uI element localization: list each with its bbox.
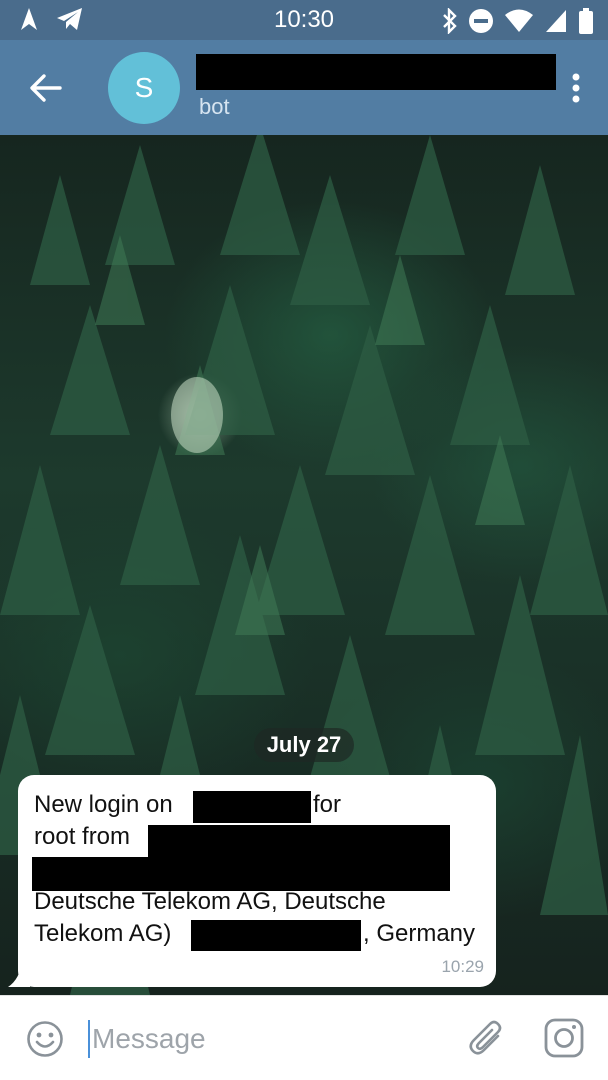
message-input[interactable] [92, 1018, 452, 1060]
status-right-icons [442, 7, 594, 35]
battery-icon [579, 8, 593, 34]
message-redaction-location [191, 920, 361, 951]
message-text-line1a: New login on [34, 791, 173, 818]
chat-title-redacted[interactable] [196, 54, 556, 90]
message-redaction-hostname [193, 791, 311, 823]
message-text-line5a: Telekom AG) [34, 920, 172, 947]
message-text-line5b: , Germany [363, 920, 476, 947]
status-bar: 10:30 [0, 0, 608, 40]
avatar[interactable]: S [108, 52, 180, 124]
camera-icon[interactable] [544, 1018, 584, 1058]
incoming-message-bubble[interactable]: New login on for root from Deutsche Tele… [18, 775, 496, 987]
chat-header: S bot [0, 40, 608, 135]
message-redaction-ip [148, 825, 450, 857]
attach-icon[interactable] [468, 1018, 506, 1058]
message-composer [0, 995, 608, 1080]
message-text-line4: Deutsche Telekom AG, Deutsche [34, 888, 386, 915]
chat-area[interactable]: July 27 New login on for root from Deuts… [0, 135, 608, 995]
signal-icon [546, 10, 566, 32]
more-vert-icon[interactable] [570, 72, 582, 104]
message-text-line2: root from [34, 823, 131, 850]
bluetooth-icon [443, 8, 457, 34]
do-not-disturb-icon [469, 9, 493, 33]
message-time: 10:29 [441, 957, 484, 976]
emoji-icon[interactable] [26, 1020, 64, 1058]
avatar-letter: S [134, 72, 154, 103]
message-redaction-line3 [32, 857, 450, 891]
chat-subtitle: bot [199, 94, 230, 119]
message-text-line1b: for [313, 791, 342, 818]
wifi-icon [505, 9, 533, 32]
date-separator: July 27 [254, 728, 354, 762]
text-cursor [88, 1020, 90, 1058]
back-arrow-icon[interactable] [26, 70, 66, 106]
